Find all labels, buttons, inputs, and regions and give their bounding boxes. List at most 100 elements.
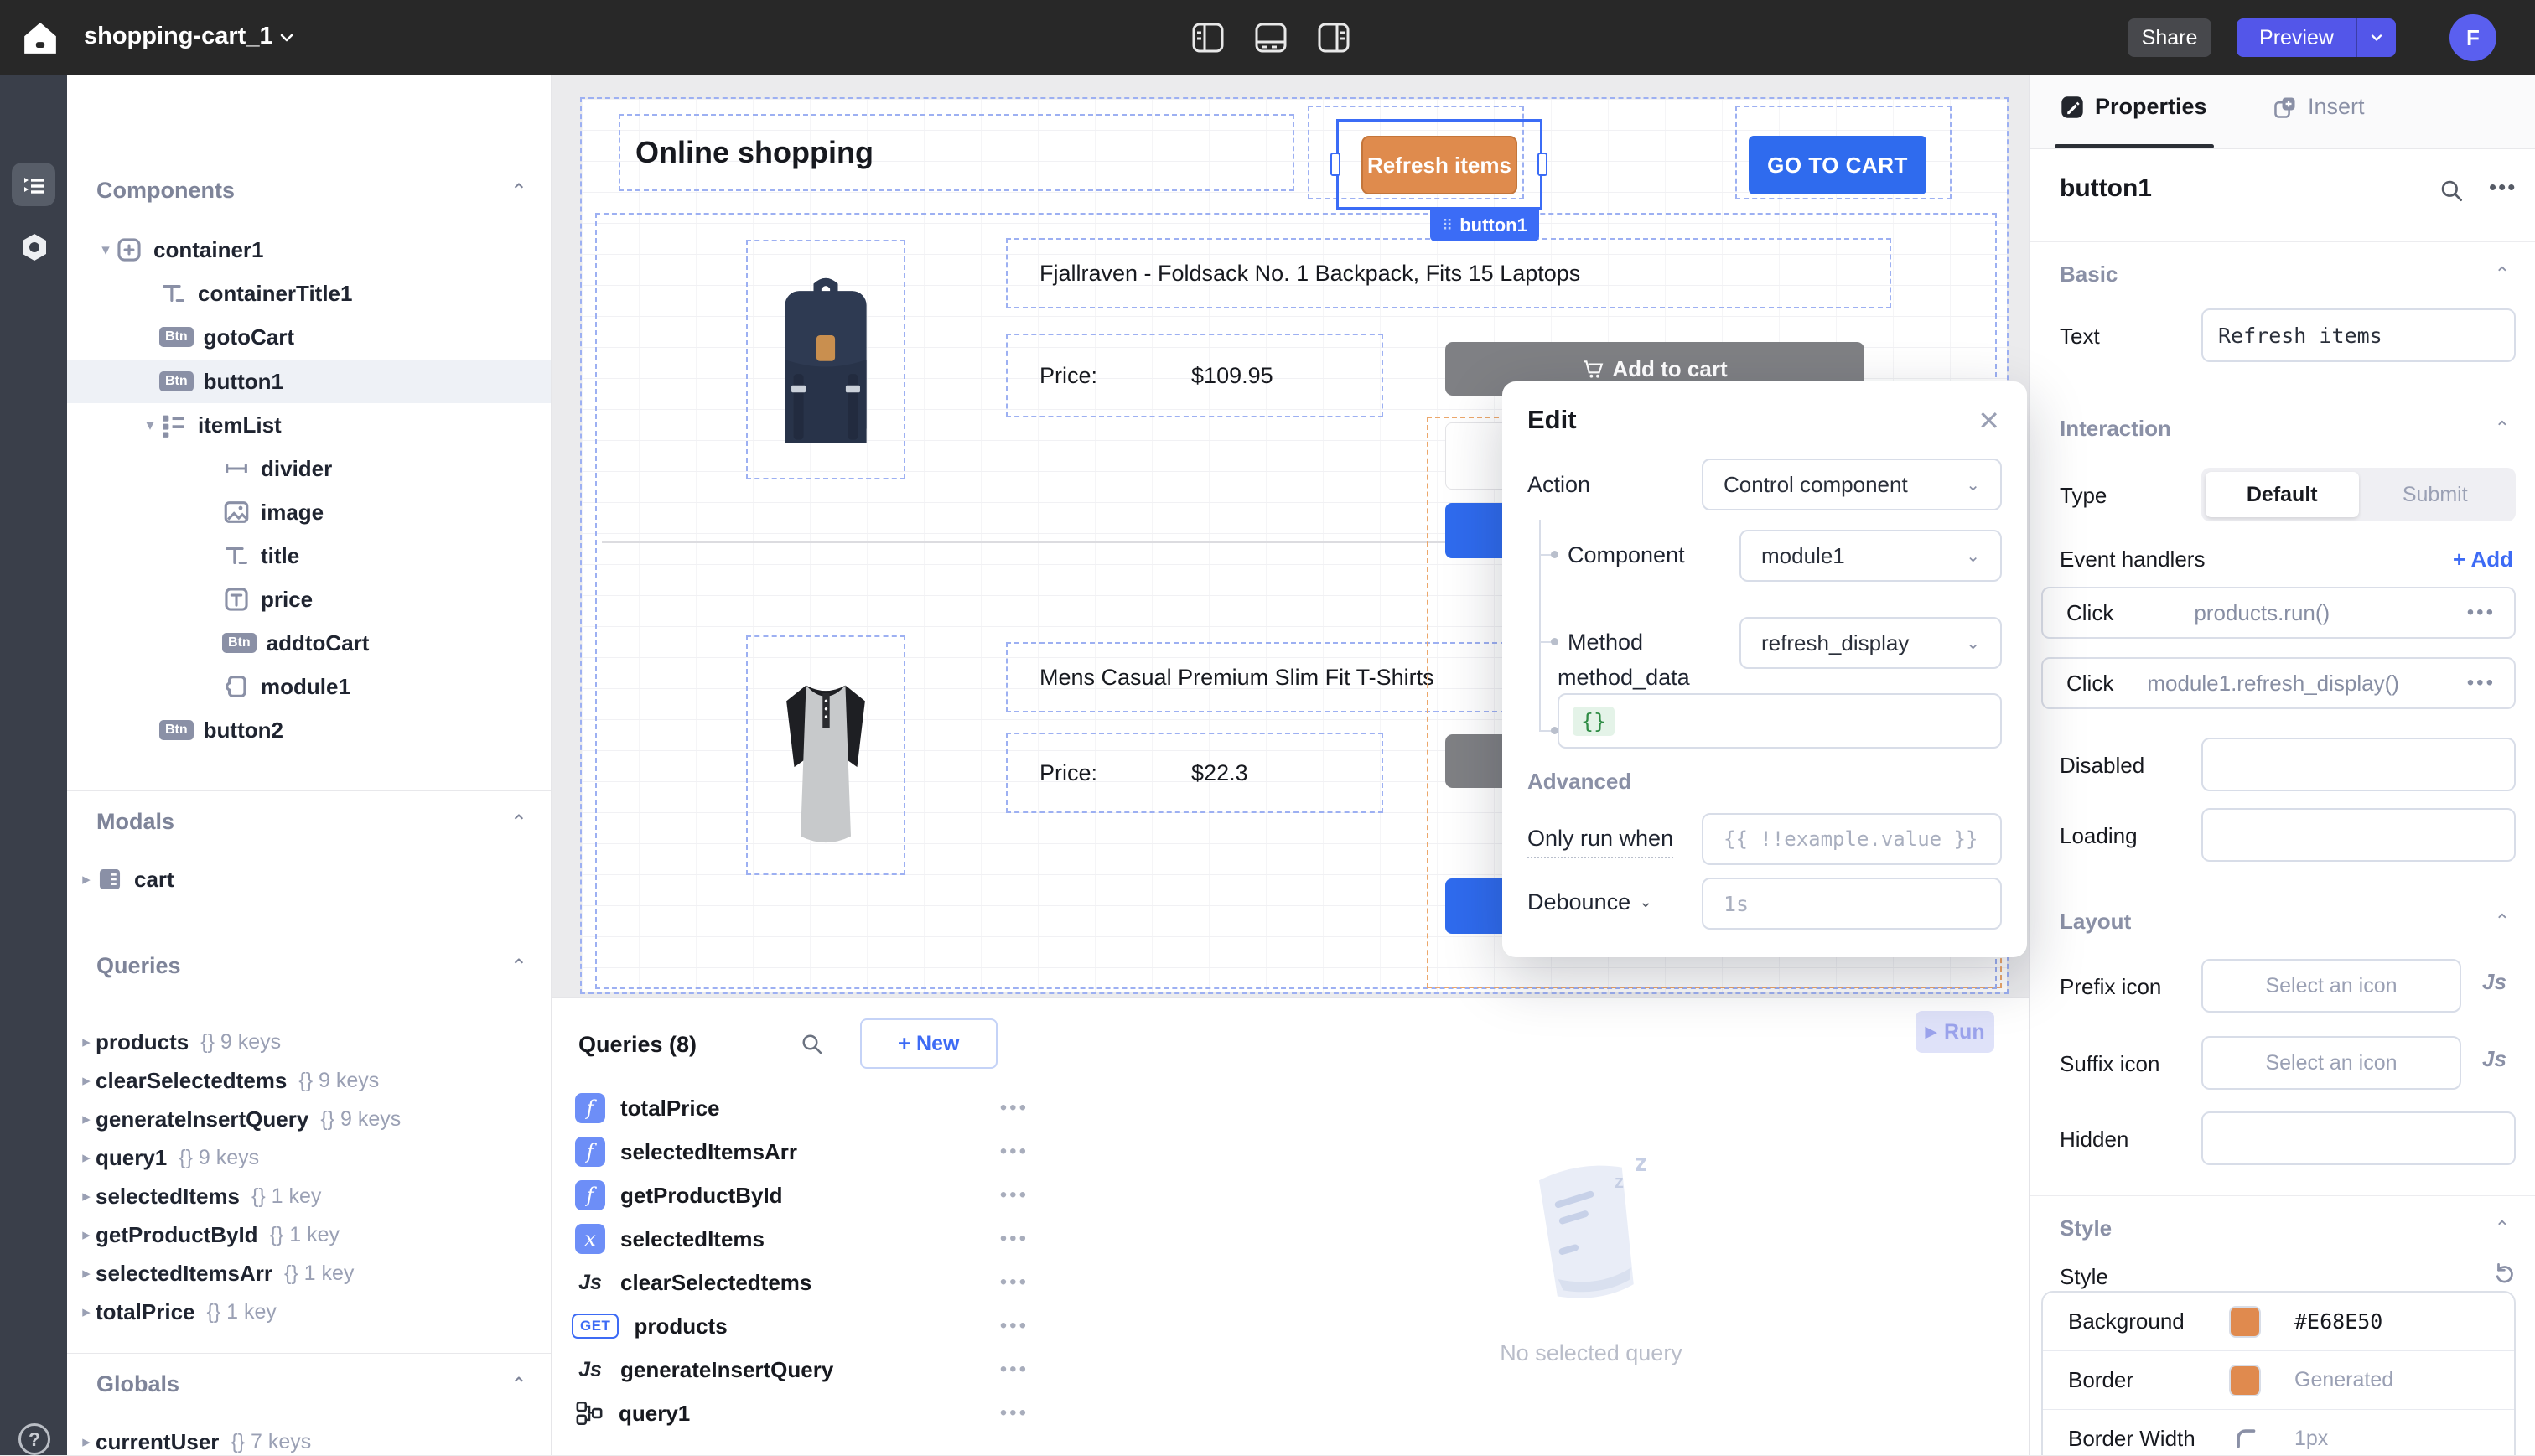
- header-container[interactable]: Online shopping: [619, 114, 1294, 191]
- more-options-icon[interactable]: •••: [1000, 1314, 1029, 1338]
- style-row-border[interactable]: Border Generated: [2043, 1351, 2514, 1410]
- search-icon[interactable]: [800, 1032, 825, 1061]
- more-options-icon[interactable]: •••: [2467, 671, 2496, 695]
- more-options-icon[interactable]: •••: [1000, 1140, 1029, 1163]
- layout-collapse-icon[interactable]: ⌃: [2495, 910, 2510, 932]
- component-select[interactable]: module1⌄: [1739, 530, 2002, 582]
- home-icon[interactable]: [20, 18, 60, 62]
- add-event-handler-button[interactable]: + Add: [2453, 547, 2513, 573]
- style-row-background[interactable]: Background #E68E50: [2043, 1293, 2514, 1351]
- more-options-icon[interactable]: •••: [2489, 174, 2517, 200]
- more-options-icon[interactable]: •••: [1000, 1358, 1029, 1381]
- query-node-query1[interactable]: ▸query1{} 9 keys: [67, 1136, 551, 1179]
- color-swatch[interactable]: [2229, 1306, 2261, 1338]
- query-node-getProductById[interactable]: ▸getProductById{} 1 key: [67, 1213, 551, 1257]
- more-options-icon[interactable]: •••: [2467, 601, 2496, 624]
- tree-item-image[interactable]: image: [67, 490, 551, 534]
- inspector-tree-icon[interactable]: [12, 163, 55, 206]
- reset-style-icon[interactable]: [2492, 1261, 2517, 1290]
- caret-down-icon[interactable]: ▾: [141, 416, 159, 435]
- tree-item-title[interactable]: title: [67, 534, 551, 578]
- event-handler-row[interactable]: Click module1.refresh_display() •••: [2041, 657, 2516, 709]
- query-node-selectedItems[interactable]: ▸selectedItems{} 1 key: [67, 1174, 551, 1218]
- query-list-item[interactable]: JsgenerateInsertQuery•••: [552, 1349, 1060, 1391]
- tree-item-module1[interactable]: module1: [67, 665, 551, 708]
- color-swatch[interactable]: [2229, 1365, 2261, 1396]
- query-list-item[interactable]: xselectedItems•••: [552, 1218, 1060, 1260]
- debounce-label-wrap[interactable]: Debounce ⌄: [1527, 889, 1652, 915]
- globals-collapse-icon[interactable]: ⌃: [511, 1373, 527, 1397]
- more-options-icon[interactable]: •••: [1000, 1227, 1029, 1251]
- components-collapse-icon[interactable]: ⌃: [511, 179, 527, 204]
- refresh-items-button[interactable]: Refresh items: [1361, 136, 1517, 194]
- query-list-item[interactable]: query1•••: [552, 1392, 1060, 1434]
- caret-down-icon[interactable]: ▾: [96, 241, 115, 260]
- query-node-generateInsertQuery[interactable]: ▸generateInsertQuery{} 9 keys: [67, 1097, 551, 1141]
- method-data-input[interactable]: {}: [1558, 693, 2002, 749]
- queries-collapse-icon[interactable]: ⌃: [511, 955, 527, 979]
- tree-item-container1[interactable]: ▾ container1: [67, 228, 551, 272]
- goto-cart-button[interactable]: GO TO CART: [1749, 136, 1926, 194]
- avatar[interactable]: F: [2449, 14, 2496, 61]
- modals-collapse-icon[interactable]: ⌃: [511, 811, 527, 835]
- prefix-icon-js-toggle[interactable]: Js: [2482, 969, 2506, 995]
- toggle-right-panel-icon[interactable]: [1316, 20, 1351, 60]
- tree-item-button1[interactable]: Btn button1: [67, 360, 551, 403]
- hidden-input[interactable]: [2201, 1111, 2516, 1165]
- query-node-selectedItemsArr[interactable]: ▸selectedItemsArr{} 1 key: [67, 1251, 551, 1295]
- tree-item-button2[interactable]: Btn button2: [67, 708, 551, 752]
- query-list-item[interactable]: fgetProductById•••: [552, 1174, 1060, 1216]
- tree-item-containerTitle1[interactable]: containerTitle1: [67, 272, 551, 315]
- resize-handle-right[interactable]: [1537, 153, 1547, 176]
- query-list-item[interactable]: ftotalPrice•••: [552, 1087, 1060, 1129]
- tree-item-price[interactable]: price: [67, 578, 551, 621]
- product-image-slot[interactable]: [746, 635, 905, 875]
- tree-item-divider[interactable]: divider: [67, 447, 551, 490]
- drag-handle-icon[interactable]: ⠿: [1442, 217, 1453, 235]
- query-node-clearSelectedtems[interactable]: ▸clearSelectedtems{} 9 keys: [67, 1059, 551, 1102]
- tab-insert[interactable]: Insert: [2273, 94, 2365, 120]
- product-price-slot[interactable]: Price: $22.3: [1006, 733, 1383, 813]
- tree-item-itemList[interactable]: ▾ itemList: [67, 403, 551, 447]
- style-row-border-width[interactable]: Border Width 1px: [2043, 1410, 2514, 1455]
- basic-collapse-icon[interactable]: ⌃: [2495, 263, 2510, 285]
- tree-item-gotoCart[interactable]: Btn gotoCart: [67, 315, 551, 359]
- more-options-icon[interactable]: •••: [1000, 1271, 1029, 1294]
- resize-handle-left[interactable]: [1330, 153, 1340, 176]
- event-handler-row[interactable]: Click products.run() •••: [2041, 587, 2516, 639]
- run-query-button[interactable]: ▶Run: [1916, 1011, 1994, 1053]
- only-run-when-input[interactable]: {{ !!example.value }}: [1702, 813, 2002, 865]
- new-query-button[interactable]: + New: [860, 1018, 998, 1069]
- product-title-slot[interactable]: Fjallraven - Foldsack No. 1 Backpack, Fi…: [1006, 238, 1891, 308]
- datasource-hexagon-icon[interactable]: [18, 231, 50, 267]
- interaction-collapse-icon[interactable]: ⌃: [2495, 417, 2510, 439]
- close-icon[interactable]: ✕: [1978, 405, 2000, 437]
- type-option-submit[interactable]: Submit: [2359, 472, 2512, 517]
- method-select[interactable]: refresh_display⌄: [1739, 617, 2002, 669]
- suffix-icon-js-toggle[interactable]: Js: [2482, 1046, 2506, 1072]
- query-list-item[interactable]: JsclearSelectedtems•••: [552, 1262, 1060, 1303]
- caret-right-icon[interactable]: ▸: [77, 870, 96, 889]
- more-options-icon[interactable]: •••: [1000, 1184, 1029, 1207]
- query-list-item[interactable]: fselectedItemsArr•••: [552, 1131, 1060, 1173]
- product-price-slot[interactable]: Price: $109.95: [1006, 334, 1383, 417]
- suffix-icon-select[interactable]: Select an icon: [2201, 1036, 2461, 1090]
- app-title-chevron-icon[interactable]: [277, 28, 297, 52]
- tree-item-cart-modal[interactable]: ▸ cart: [67, 858, 551, 901]
- style-collapse-icon[interactable]: ⌃: [2495, 1217, 2510, 1239]
- disabled-input[interactable]: [2201, 738, 2516, 791]
- more-options-icon[interactable]: •••: [1000, 1402, 1029, 1425]
- help-icon[interactable]: ?: [18, 1423, 50, 1455]
- type-option-default[interactable]: Default: [2206, 472, 2359, 517]
- global-node-currentUser[interactable]: ▸currentUser{} 7 keys: [67, 1420, 551, 1455]
- query-list-item[interactable]: GETproducts•••: [552, 1305, 1060, 1347]
- action-select[interactable]: Control component⌄: [1702, 459, 2002, 510]
- tab-properties[interactable]: Properties: [2060, 94, 2207, 120]
- query-node-products[interactable]: ▸products{} 9 keys: [67, 1020, 551, 1064]
- text-input[interactable]: Refresh items: [2201, 308, 2516, 362]
- debounce-input[interactable]: 1s: [1702, 878, 2002, 930]
- toggle-bottom-panel-icon[interactable]: [1253, 20, 1288, 60]
- preview-button[interactable]: Preview: [2237, 18, 2357, 57]
- search-icon[interactable]: [2439, 178, 2465, 209]
- product-image-slot[interactable]: [746, 240, 905, 479]
